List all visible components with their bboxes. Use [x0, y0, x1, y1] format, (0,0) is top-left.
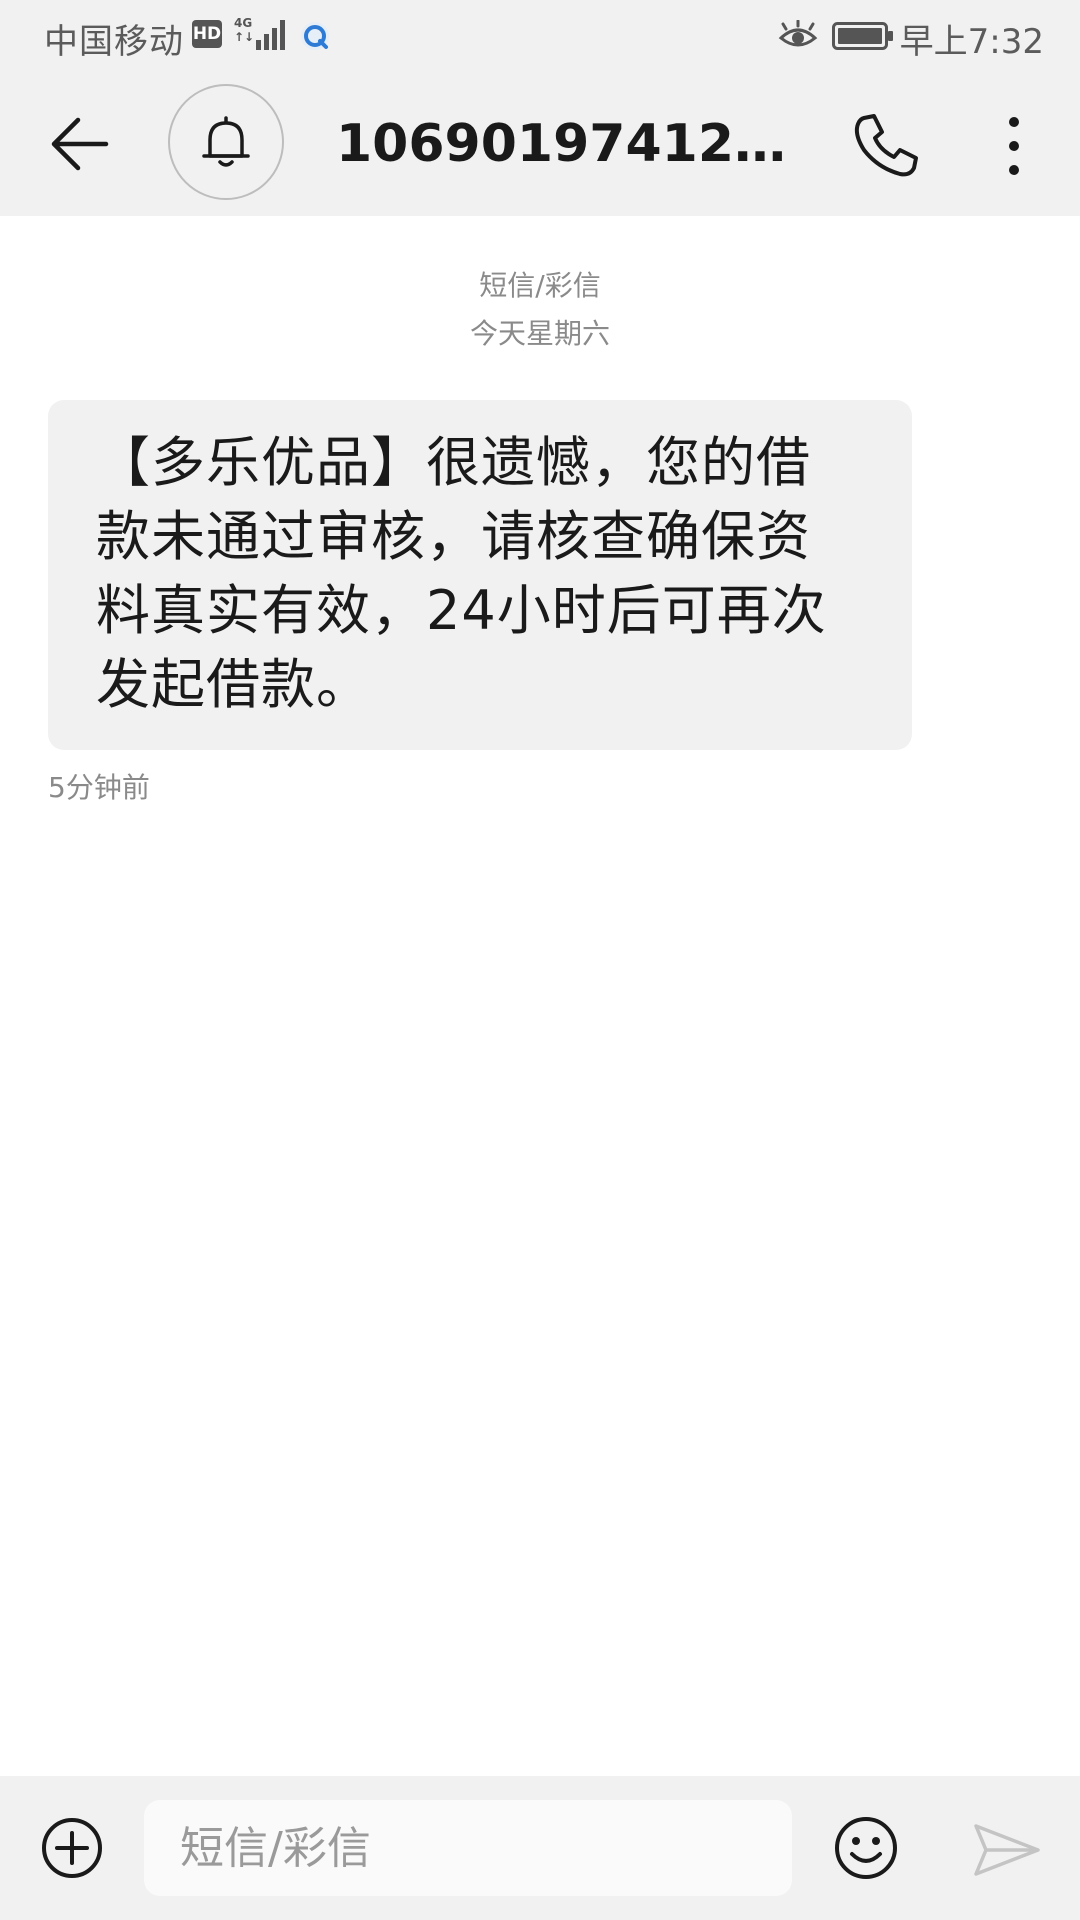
network-type: 4G ↑↓ [234, 16, 256, 44]
battery-icon [832, 22, 893, 50]
bell-icon [202, 116, 250, 167]
back-arrow-icon [51, 117, 109, 171]
message-text: 【多乐优品】很遗憾，您的借款未通过审核，请核查确保资料真实有效，24小时后可再次… [96, 431, 827, 716]
message-bubble[interactable]: 【多乐优品】很遗憾，您的借款未通过审核，请核查确保资料真实有效，24小时后可再次… [48, 400, 912, 750]
send-button[interactable] [972, 1820, 1042, 1880]
eye-icon [778, 20, 818, 47]
network-type-label: 4G [234, 16, 253, 30]
emoji-button[interactable] [832, 1814, 900, 1882]
more-vertical-icon [1009, 117, 1019, 175]
add-circle-icon [42, 1818, 102, 1878]
hd-icon: HD [192, 20, 222, 48]
send-icon [974, 1824, 1040, 1876]
back-button[interactable] [48, 112, 112, 176]
status-bar: 中国移动 HD 4G ↑↓ 早上7:32 [0, 0, 1080, 72]
clock: 早上7:32 [899, 22, 1044, 62]
call-button[interactable] [850, 110, 922, 182]
add-attachment-button[interactable] [40, 1816, 104, 1880]
contact-title: 10690197412114... [336, 114, 812, 174]
thread-date-label: 今天星期六 [469, 317, 610, 350]
carrier-name: 中国移动 [44, 22, 184, 62]
emoji-icon [835, 1817, 897, 1879]
conversation-header: 10690197412114... [0, 72, 1080, 216]
message-timestamp: 5分钟前 [48, 771, 150, 804]
network-activity-label: ↑↓ [234, 30, 255, 44]
contact-avatar[interactable] [168, 84, 284, 200]
more-options-button[interactable] [996, 110, 1032, 182]
signal-icon [256, 20, 285, 50]
app-status-icon [301, 22, 329, 50]
message-composer [0, 1776, 1080, 1920]
message-input[interactable] [144, 1800, 792, 1896]
phone-icon [854, 114, 918, 177]
thread-type-label: 短信/彩信 [479, 269, 601, 302]
